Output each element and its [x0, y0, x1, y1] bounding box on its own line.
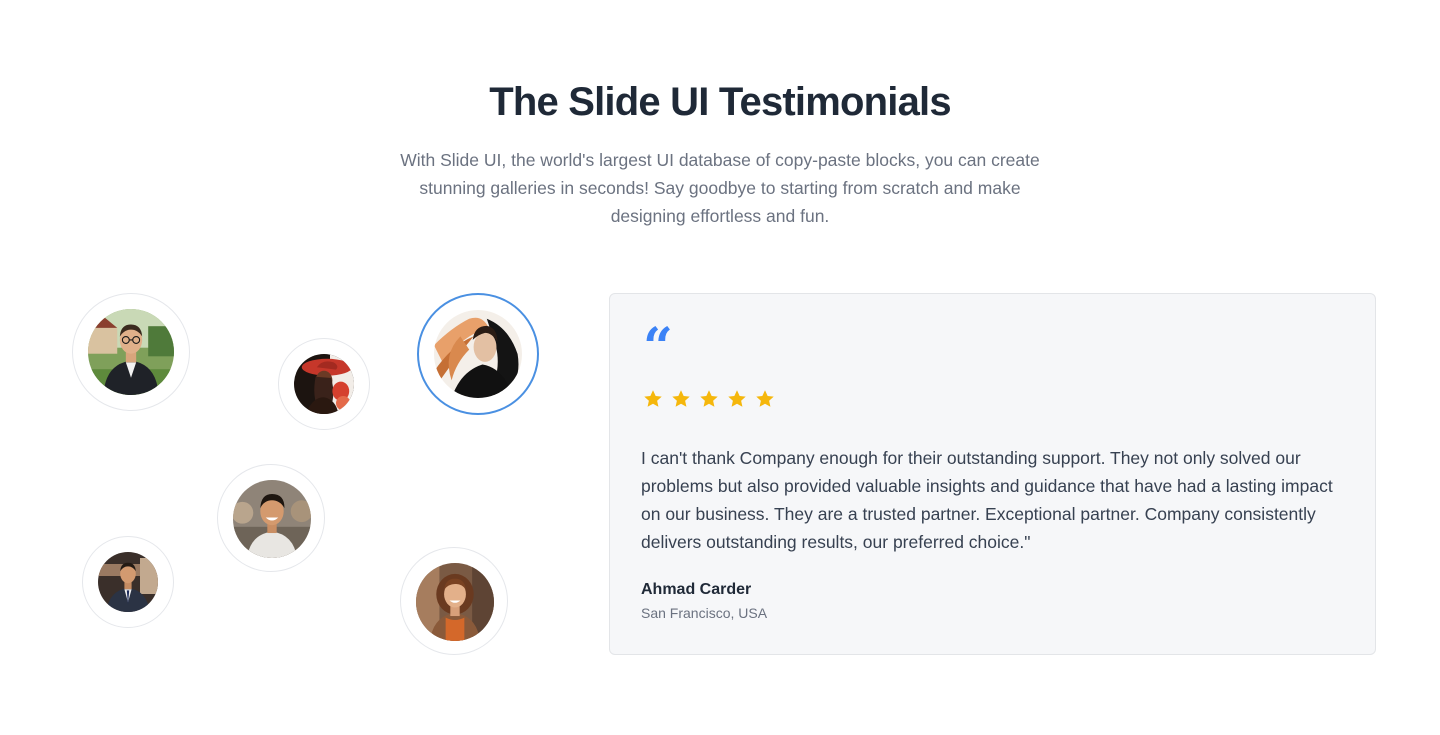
avatar-photo [434, 310, 522, 398]
star-icon [700, 390, 718, 407]
avatar-photo [294, 354, 354, 414]
star-icon [672, 390, 690, 407]
avatar-woman-curly-hair[interactable] [400, 547, 508, 655]
star-icon [756, 390, 774, 407]
avatar-woman-red-hat[interactable] [278, 338, 370, 430]
avatar-photo [233, 480, 311, 558]
avatar-man-suit[interactable] [82, 536, 174, 628]
star-icon [728, 390, 746, 407]
author-location: San Francisco, USA [641, 605, 768, 621]
author-name: Ahmad Carder [641, 581, 752, 598]
avatar-photo [88, 309, 174, 395]
avatar-photo [416, 563, 494, 641]
testimonial-text: I can't thank Company enough for their o… [641, 448, 1333, 552]
star-icon [644, 390, 662, 407]
testimonial-card: “ I can't thank Company enough for their… [609, 293, 1376, 655]
quote-icon: “ [643, 317, 673, 378]
section-subtitle: With Slide UI, the world's largest UI da… [400, 150, 1040, 226]
avatar-woman-flowing-hair[interactable] [417, 293, 539, 415]
avatar-man-glasses-suit[interactable] [72, 293, 190, 411]
section-title: The Slide UI Testimonials [489, 80, 951, 124]
avatar-photo [98, 552, 158, 612]
avatar-man-smiling[interactable] [217, 464, 325, 572]
rating-stars [642, 388, 776, 410]
